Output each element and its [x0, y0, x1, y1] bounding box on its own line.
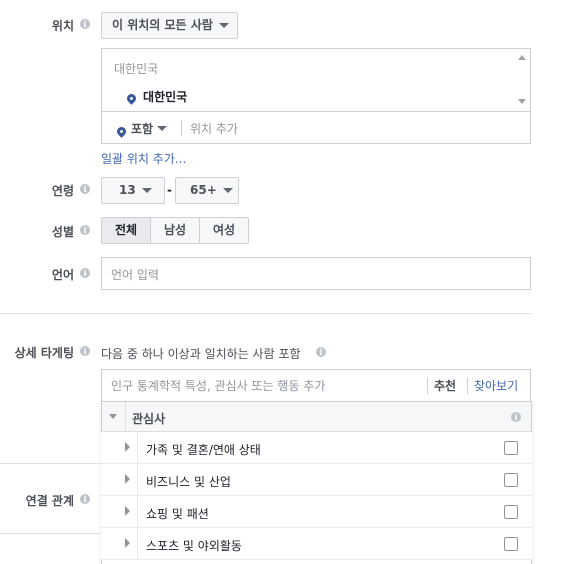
category-label: 관심사 [132, 412, 166, 426]
location-pin-icon [125, 92, 138, 105]
gender-all-button[interactable]: 전체 [101, 217, 151, 244]
list-item-label: 가족 및 결혼/연애 상태 [146, 443, 261, 457]
chevron-down-icon [218, 23, 229, 28]
collapse-arrow-icon [109, 414, 117, 419]
expand-arrow-icon[interactable] [125, 506, 130, 516]
language-label: 언어 [51, 268, 74, 282]
expand-arrow-icon[interactable] [125, 474, 130, 484]
suggestions-button[interactable]: 추천 [434, 377, 456, 394]
section-divider [0, 313, 531, 314]
list-item-label: 비즈니스 및 산업 [146, 475, 231, 489]
age-max-dropdown[interactable]: 65+ [175, 177, 239, 204]
browse-button[interactable]: 찾아보기 [474, 377, 518, 394]
category-divider [125, 402, 126, 432]
location-label: 위치 [51, 19, 74, 33]
info-icon[interactable]: i [511, 412, 521, 422]
list-item[interactable]: 비즈니스 및 산업 [101, 464, 532, 496]
location-list-box: 대한민국 대한민국 [101, 48, 531, 112]
checkbox[interactable] [504, 473, 518, 487]
row-divider [137, 464, 138, 496]
info-icon[interactable]: i [80, 19, 90, 29]
section-divider [0, 533, 101, 534]
list-item-label: 스포츠 및 야외활동 [146, 539, 242, 553]
gender-male-button[interactable]: 남성 [150, 217, 200, 244]
info-icon[interactable]: i [80, 184, 90, 194]
info-icon[interactable]: i [316, 347, 326, 357]
detailed-targeting-placeholder: 인구 통계학적 특성, 관심사 또는 행동 추가 [111, 379, 326, 393]
gender-label: 성별 [51, 225, 74, 239]
expand-arrow-icon[interactable] [125, 538, 130, 548]
detailed-targeting-label: 상세 타게팅 [14, 346, 74, 360]
age-label: 연령 [51, 184, 74, 198]
separator [427, 378, 428, 394]
language-input[interactable]: 언어 입력 [101, 257, 531, 290]
bulk-location-link[interactable]: 일괄 위치 추가... [101, 150, 186, 167]
separator [467, 378, 468, 394]
age-min-value: 13 [119, 183, 136, 197]
location-type-dropdown[interactable]: 이 위치의 모든 사람 [101, 12, 238, 39]
info-icon[interactable]: i [80, 494, 90, 504]
row-divider [137, 496, 138, 528]
category-header[interactable]: 관심사 i [101, 401, 532, 432]
location-type-value: 이 위치의 모든 사람 [112, 18, 213, 32]
scroll-down-icon[interactable] [518, 99, 526, 104]
selected-location[interactable]: 대한민국 [143, 88, 187, 105]
list-item[interactable]: 쇼핑 및 패션 [101, 496, 532, 528]
checkbox[interactable] [504, 537, 518, 551]
include-dropdown[interactable]: 포함 [131, 120, 153, 137]
chevron-down-icon[interactable] [157, 126, 167, 131]
list-item-label: 쇼핑 및 패션 [146, 507, 209, 521]
info-icon[interactable]: i [80, 225, 90, 235]
checkbox[interactable] [504, 505, 518, 519]
row-divider [137, 528, 138, 560]
list-item[interactable]: 스포츠 및 야외활동 [101, 528, 532, 560]
age-min-dropdown[interactable]: 13 [101, 177, 165, 204]
row-divider [137, 432, 138, 464]
expand-arrow-icon[interactable] [125, 442, 130, 452]
section-divider [0, 463, 101, 464]
location-pin-icon [115, 125, 128, 138]
gender-female-button[interactable]: 여성 [199, 217, 249, 244]
chevron-down-icon [222, 188, 233, 193]
language-placeholder: 언어 입력 [111, 268, 159, 282]
detailed-targeting-input[interactable]: 인구 통계학적 특성, 관심사 또는 행동 추가 추천 찾아보기 [101, 369, 531, 402]
separator [181, 120, 182, 136]
detailed-targeting-description: 다음 중 하나 이상과 일치하는 사람 포함 [101, 347, 301, 361]
location-add-bar: 포함 위치 추가 [101, 111, 531, 144]
age-dash: - [167, 183, 172, 197]
chevron-down-icon [141, 188, 152, 193]
list-item[interactable]: 가족 및 결혼/연애 상태 [101, 432, 532, 464]
info-icon[interactable]: i [80, 346, 90, 356]
location-list-header: 대한민국 [114, 62, 159, 76]
connections-label: 연결 관계 [25, 494, 74, 508]
checkbox[interactable] [504, 441, 518, 455]
scroll-up-icon[interactable] [518, 55, 526, 60]
age-max-value: 65+ [190, 183, 217, 197]
location-search-input[interactable]: 위치 추가 [190, 120, 238, 137]
info-icon[interactable]: i [80, 268, 90, 278]
